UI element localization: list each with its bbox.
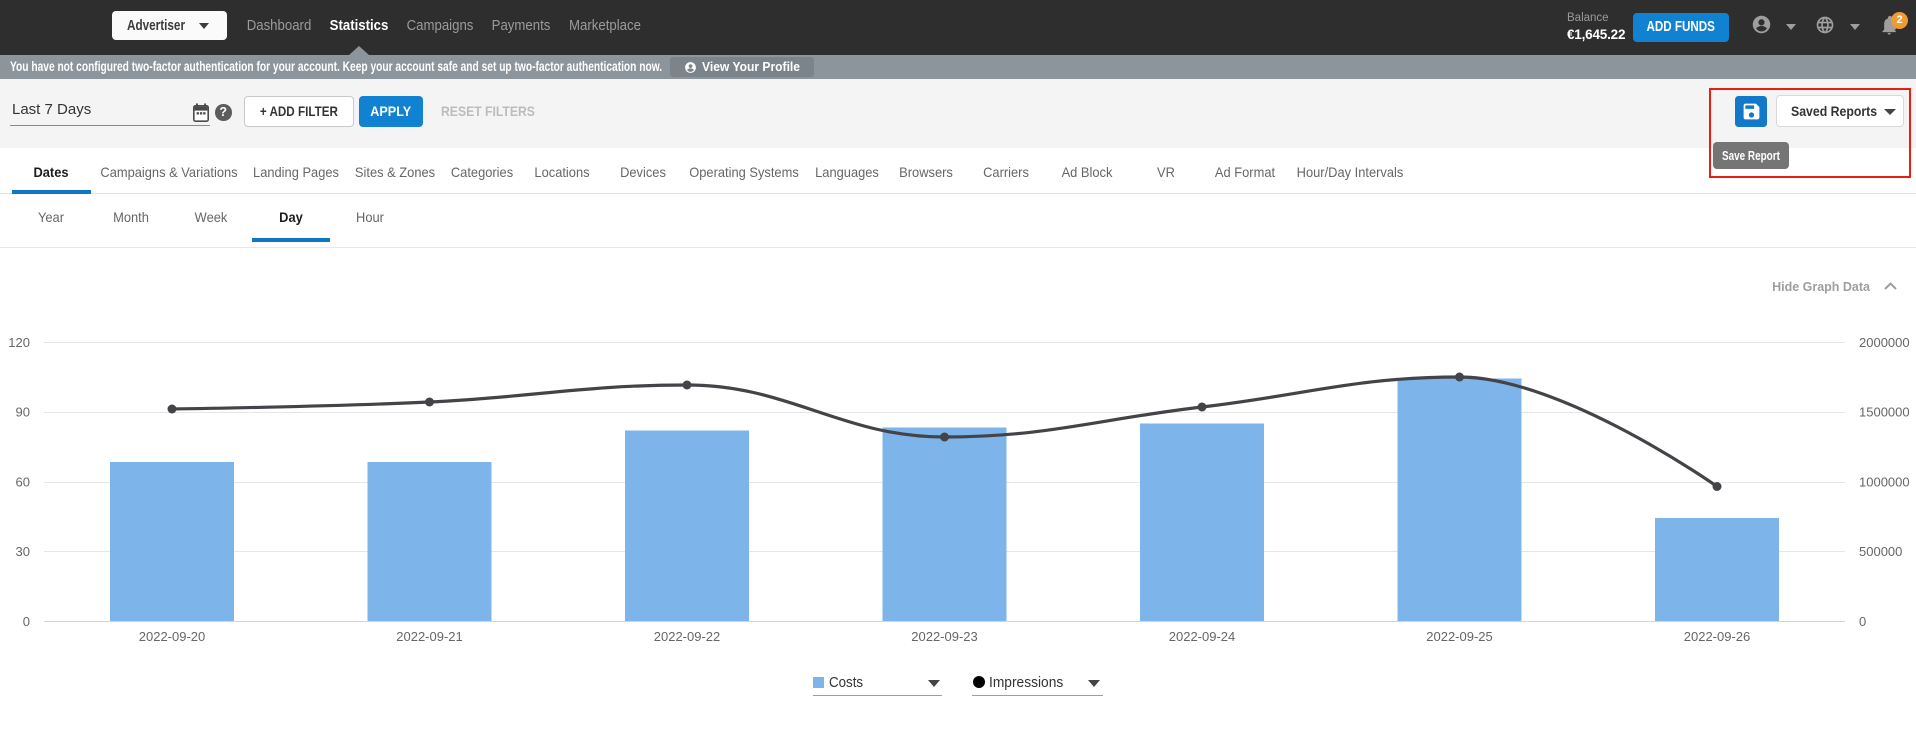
svg-text:2022-09-23: 2022-09-23 bbox=[911, 629, 978, 644]
svg-text:60: 60 bbox=[16, 475, 30, 490]
svg-text:0: 0 bbox=[23, 614, 30, 629]
svg-text:1000000: 1000000 bbox=[1859, 475, 1910, 490]
svg-text:2022-09-25: 2022-09-25 bbox=[1426, 629, 1493, 644]
svg-text:2022-09-21: 2022-09-21 bbox=[396, 629, 463, 644]
svg-text:2022-09-24: 2022-09-24 bbox=[1169, 629, 1236, 644]
svg-text:2022-09-22: 2022-09-22 bbox=[654, 629, 721, 644]
svg-text:0: 0 bbox=[1859, 614, 1866, 629]
svg-text:1500000: 1500000 bbox=[1859, 405, 1910, 420]
svg-text:2022-09-20: 2022-09-20 bbox=[139, 629, 206, 644]
svg-text:30: 30 bbox=[16, 544, 30, 559]
svg-text:500000: 500000 bbox=[1859, 544, 1902, 559]
svg-text:2000000: 2000000 bbox=[1859, 335, 1910, 350]
svg-text:120: 120 bbox=[8, 335, 30, 350]
svg-text:90: 90 bbox=[16, 405, 30, 420]
svg-text:2022-09-26: 2022-09-26 bbox=[1684, 629, 1751, 644]
